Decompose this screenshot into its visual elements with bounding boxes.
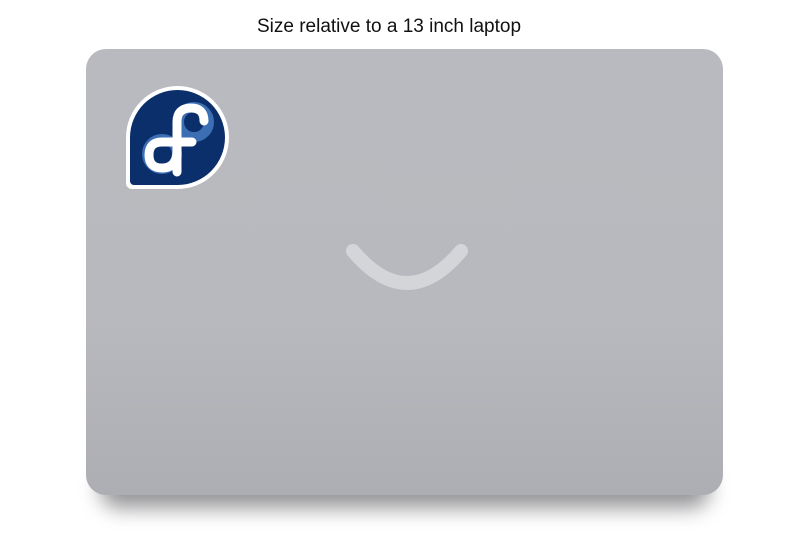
size-caption: Size relative to a 13 inch laptop bbox=[256, 16, 522, 37]
laptop-lid bbox=[86, 49, 723, 495]
smile-icon bbox=[346, 244, 468, 290]
fedora-logo-icon bbox=[126, 86, 229, 189]
